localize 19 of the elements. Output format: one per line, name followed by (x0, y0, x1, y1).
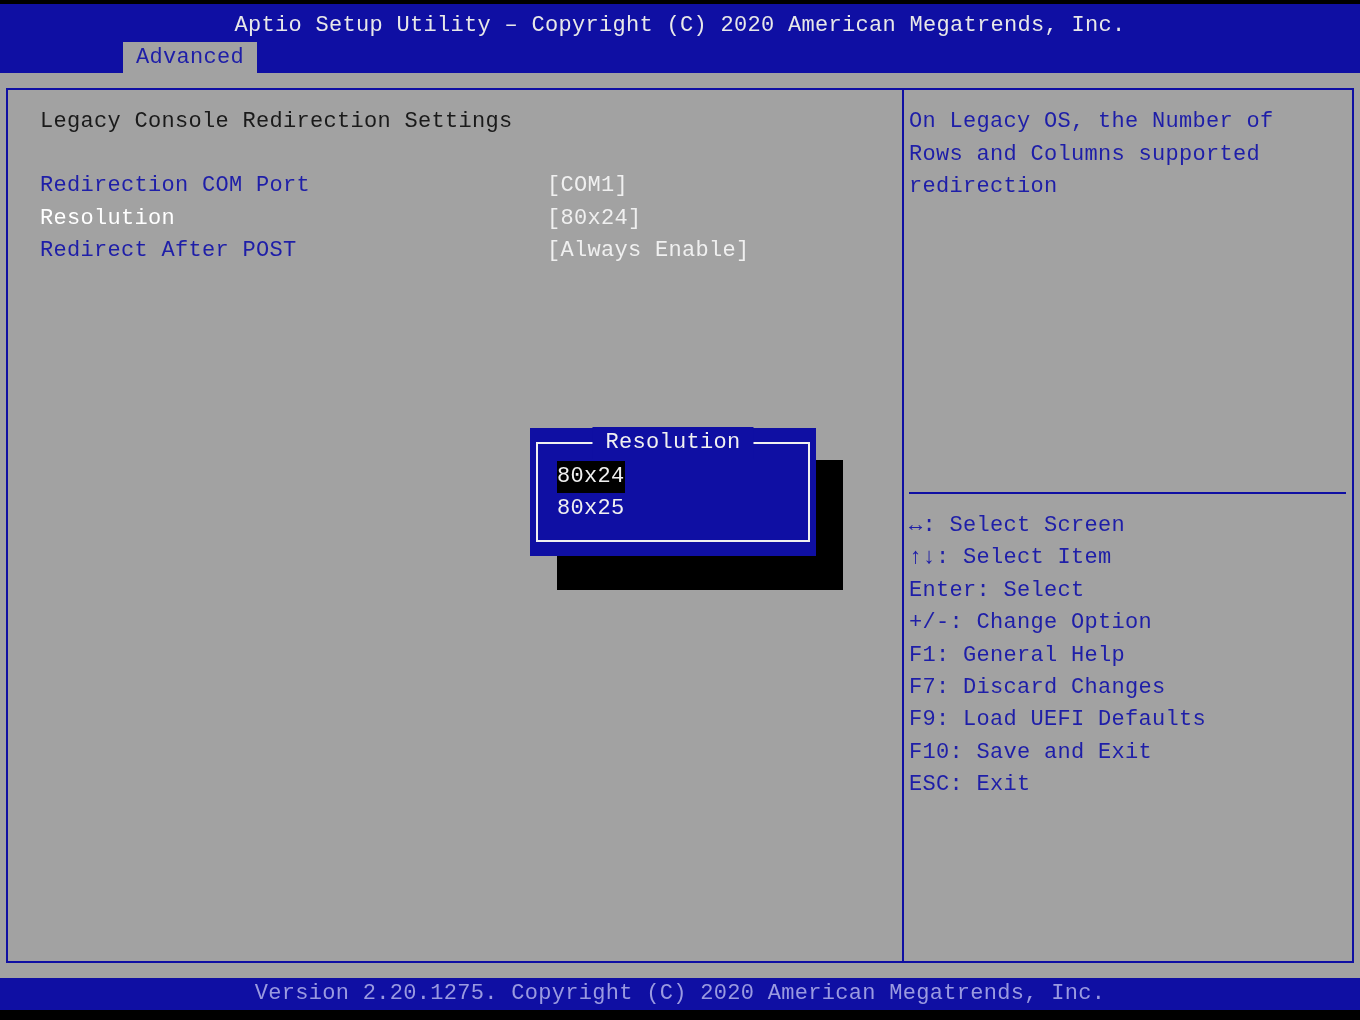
key-hint: F9: Load UEFI Defaults (909, 706, 1208, 735)
key-hint: F10: Save and Exit (909, 738, 1154, 767)
popup-option[interactable]: 80x24 (557, 461, 625, 493)
key-hint: ↔: Select Screen (909, 512, 1127, 540)
help-text: On Legacy OS, the Number of Rows and Columns supported redirection (909, 108, 1275, 201)
window-title: Aptio Setup Utility – Copyright (C) 2020 American Megatrends, Inc. (234, 12, 1126, 40)
version-footer: Version 2.20.1275. Copyright (C) 2020 American Megatrends, Inc. (0, 978, 1360, 1010)
setting-label[interactable]: Redirect After POST (40, 235, 547, 268)
section-heading: Legacy Console Redirection Settings (40, 108, 514, 136)
key-hint: F1: General Help (909, 641, 1127, 670)
tab[interactable]: Advanced (123, 42, 258, 73)
key-hint: ESC: Exit (909, 771, 1032, 800)
setting-label[interactable]: Redirection COM Port (40, 170, 547, 203)
key-hint: F7: Discard Changes (909, 673, 1167, 702)
key-hint: +/-: Change Option (909, 609, 1154, 638)
setting-label[interactable]: Resolution (40, 202, 547, 235)
popup-option[interactable]: 80x25 (557, 493, 625, 525)
key-hint: ↑↓: Select Item (909, 544, 1113, 573)
key-hint: Enter: Select (909, 576, 1086, 605)
